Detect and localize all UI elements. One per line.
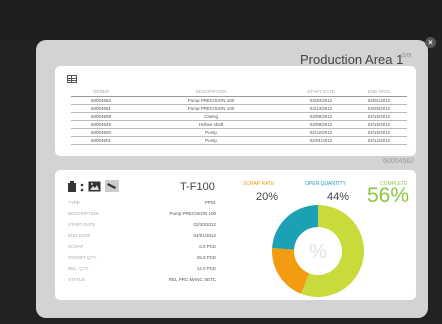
end-date-cell: 02/15/2012 [351,128,407,137]
complete-value: 56% [367,184,410,207]
panel-subtitle: (2/0) [401,53,412,59]
table-row[interactable]: 60004562 Pump PRECISION 100 03/20/2012 0… [71,96,407,105]
end-date-cell: 02/15/2012 [351,120,407,129]
property-row: SCRAP 6.0 PCE [68,241,216,252]
start-date-cell: 02/01/2012 [291,136,351,145]
property-value: 14.0 PCE [196,266,216,271]
order-cell: 60004549 [71,120,131,129]
table-row[interactable]: 60004549 Hollow shaft 02/08/2012 02/15/2… [71,120,407,129]
property-value: Pump PRECISION 100 [169,211,216,216]
property-list: TYPE PP01 DESCRIPTION Pump PRECISION 100… [68,197,216,285]
table-row[interactable]: 60004501 Pump 02/01/2012 02/12/2012 [71,136,407,145]
property-value: 25.0 PCE [196,255,216,260]
tool-icon[interactable] [105,180,119,192]
property-row: END DATE 04/01/2012 [68,230,216,241]
end-date-cell: 03/25/2012 [351,104,407,113]
donut-center-label: % [309,241,327,263]
dots-icon[interactable] [80,183,85,192]
property-row: TARGET QTY 25.0 PCE [68,252,216,263]
donut-segment-scrap [272,248,310,294]
close-button[interactable]: × [425,37,436,48]
description-cell: Pump [131,136,291,145]
property-label: SCRAP [68,244,84,249]
completion-donut-chart: % [272,205,364,297]
table-row[interactable]: 60004561 Pump PRECISION 100 03/13/2012 0… [71,104,407,113]
description-cell: Pump PRECISION 100 [131,104,291,113]
open-quantity-label: OPEN QUANTITY [305,181,346,187]
property-label: START DATE [68,222,96,227]
property-row: START DATE 03/20/2012 [68,219,216,230]
description-cell: Pump PRECISION 100 [131,96,291,105]
property-label: DEL. QTY [68,266,89,271]
orders-table: ORDER DESCRIPTION START DATE END DATE 60… [71,88,407,145]
table-row[interactable]: 60004500 Pump 02/12/2012 02/15/2012 [71,128,407,137]
panel-title: Production Area 1 [300,52,404,67]
start-date-cell: 02/08/2012 [291,120,351,129]
table-row[interactable]: 60004508 Casing 02/09/2012 02/15/2012 [71,112,407,121]
image-icon[interactable] [88,181,101,192]
start-date-cell: 03/20/2012 [291,96,351,105]
property-label: TARGET QTY [68,255,97,260]
property-label: DESCRIPTION [68,211,99,216]
property-label: END DATE [68,233,91,238]
column-header-order[interactable]: ORDER [71,88,131,97]
end-date-cell: 02/12/2012 [351,136,407,145]
property-label: TYPE [68,200,80,205]
order-cell: 60004508 [71,112,131,121]
orders-card: ORDER DESCRIPTION START DATE END DATE 60… [55,66,416,156]
property-value: 03/20/2012 [193,222,216,227]
order-cell: 60004562 [71,96,131,105]
order-cell: 60004500 [71,128,131,137]
selected-order-number: 60004562 [383,158,415,165]
order-cell: 60004501 [71,136,131,145]
property-value: 6.0 PCE [199,244,216,249]
property-row: DESCRIPTION Pump PRECISION 100 [68,208,216,219]
backdrop [0,0,442,40]
property-value: 04/01/2012 [193,233,216,238]
start-date-cell: 03/13/2012 [291,104,351,113]
property-value: REL PRC MANC SETC [168,277,216,282]
property-label: STATUS [68,277,86,282]
scrap-rate-label: SCRAP RATE [243,181,275,187]
property-value: PP01 [204,200,216,205]
start-date-cell: 02/09/2012 [291,112,351,121]
clipboard-icon[interactable] [67,181,77,192]
order-cell: 60004561 [71,104,131,113]
column-header-description[interactable]: DESCRIPTION [131,88,291,97]
open-quantity-value: 44% [327,191,350,203]
end-date-cell: 02/15/2012 [351,112,407,121]
property-row: DEL. QTY 14.0 PCE [68,263,216,274]
description-cell: Pump [131,128,291,137]
description-cell: Hollow shaft [131,120,291,129]
end-date-cell: 04/01/2012 [351,96,407,105]
column-header-start-date[interactable]: START DATE [291,88,351,97]
table-icon[interactable] [67,75,77,83]
property-row: TYPE PP01 [68,197,216,208]
detail-title: T-F100 [180,181,215,193]
scrap-rate-value: 20% [256,191,279,203]
property-row: STATUS REL PRC MANC SETC [68,274,216,285]
start-date-cell: 02/12/2012 [291,128,351,137]
column-header-end-date[interactable]: END DATE [351,88,407,97]
description-cell: Casing [131,112,291,121]
